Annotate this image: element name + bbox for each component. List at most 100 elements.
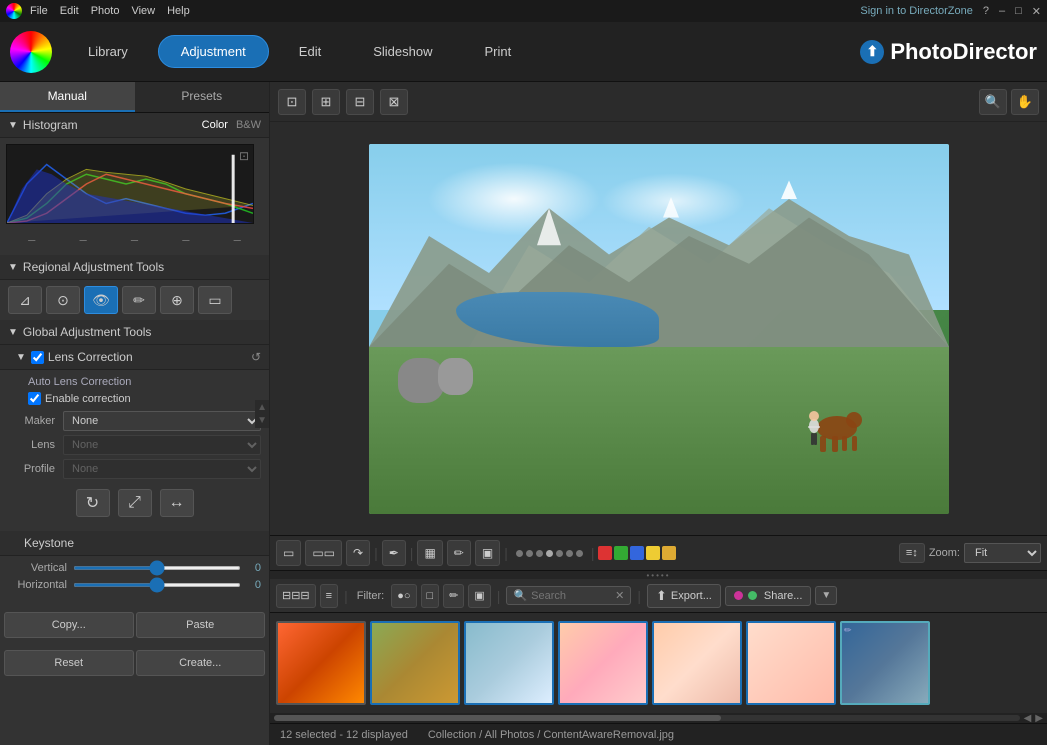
upgrade-icon[interactable]: ⬆ xyxy=(860,40,884,64)
adj-grid-btn[interactable]: ▦ xyxy=(417,540,442,566)
filter-flag[interactable]: ▣ xyxy=(468,584,490,608)
lens-select[interactable]: None xyxy=(63,435,261,455)
adj-rotate-btn[interactable]: ↷ xyxy=(346,540,370,566)
minimize-button[interactable]: – xyxy=(999,5,1005,17)
thumb-7[interactable]: ✏ xyxy=(840,621,930,705)
thumb-5[interactable] xyxy=(652,621,742,705)
tab-slideshow[interactable]: Slideshow xyxy=(351,36,454,67)
regional-tool-radial[interactable]: ⊙ xyxy=(46,286,80,314)
reset-button[interactable]: Reset xyxy=(4,650,134,676)
search-clear-icon[interactable]: ✕ xyxy=(615,589,624,602)
profile-select[interactable]: None xyxy=(63,459,261,479)
view-single-btn[interactable]: ⊡ xyxy=(278,89,306,115)
thumb-2[interactable] xyxy=(370,621,460,705)
color-orange[interactable] xyxy=(662,546,676,560)
sort-button[interactable]: ≡↕ xyxy=(899,543,925,563)
scroll-down-button[interactable]: ▼ xyxy=(257,415,267,426)
regional-tool-crop[interactable]: ▭ xyxy=(198,286,232,314)
histogram-bw-mode[interactable]: B&W xyxy=(236,119,261,131)
dot-6[interactable] xyxy=(566,550,573,557)
tab-edit[interactable]: Edit xyxy=(273,36,347,67)
hist-minus-3[interactable]: – xyxy=(131,232,138,247)
regional-tool-brush[interactable]: 👁 xyxy=(84,286,118,314)
sign-in-link[interactable]: Sign in to DirectorZone xyxy=(860,5,973,17)
adj-split-btn[interactable]: ▭▭ xyxy=(305,540,342,566)
menu-help[interactable]: Help xyxy=(167,5,190,17)
keystone-header[interactable]: Keystone xyxy=(0,531,269,556)
lens-enable-checkbox[interactable] xyxy=(31,351,44,364)
scrollbar-thumb[interactable] xyxy=(274,715,721,721)
menu-photo[interactable]: Photo xyxy=(91,5,120,17)
filmstrip-grid-view[interactable]: ⊟⊟⊟ xyxy=(276,584,316,608)
tab-adjustment[interactable]: Adjustment xyxy=(158,35,269,68)
dot-3[interactable] xyxy=(536,550,543,557)
regional-tool-clone[interactable]: ⊕ xyxy=(160,286,194,314)
search-input[interactable] xyxy=(531,590,611,602)
histogram-header[interactable]: ▼ Histogram Color B&W xyxy=(0,113,269,138)
lens-correction-header[interactable]: ▼ Lens Correction ↺ xyxy=(0,345,269,370)
tab-library[interactable]: Library xyxy=(62,36,154,67)
view-compare-btn[interactable]: ⊞ xyxy=(312,89,340,115)
subtab-manual[interactable]: Manual xyxy=(0,82,135,112)
color-yellow[interactable] xyxy=(646,546,660,560)
view-grid-btn[interactable]: ⊟ xyxy=(346,89,374,115)
pan-tool-btn[interactable]: ✋ xyxy=(1011,89,1039,115)
menu-view[interactable]: View xyxy=(131,5,155,17)
action-drag[interactable]: ⤢ xyxy=(118,489,152,517)
action-expand[interactable]: ↔ xyxy=(160,489,194,517)
menu-edit[interactable]: Edit xyxy=(60,5,79,17)
action-refresh[interactable]: ↻ xyxy=(76,489,110,517)
dot-7[interactable] xyxy=(576,550,583,557)
restore-button[interactable]: □ xyxy=(1015,5,1022,17)
hist-minus-1[interactable]: – xyxy=(28,232,35,247)
color-red[interactable] xyxy=(598,546,612,560)
thumb-3[interactable] xyxy=(464,621,554,705)
close-button[interactable]: ✕ xyxy=(1032,5,1041,18)
thumb-6[interactable] xyxy=(746,621,836,705)
thumb-1[interactable] xyxy=(276,621,366,705)
filmstrip-drag-handle[interactable]: ••••• xyxy=(270,571,1047,579)
color-blue[interactable] xyxy=(630,546,644,560)
auto-lens-correction[interactable]: Auto Lens Correction xyxy=(8,376,261,388)
scrollbar-track[interactable] xyxy=(274,715,1020,721)
histogram-color-mode[interactable]: Color xyxy=(202,119,228,131)
dot-2[interactable] xyxy=(526,550,533,557)
share-dropdown-arrow[interactable]: ▼ xyxy=(815,586,837,605)
export-button[interactable]: ⬆ Export... xyxy=(647,584,721,608)
adj-rect-btn[interactable]: ▭ xyxy=(276,540,301,566)
search-tool-btn[interactable]: 🔍 xyxy=(979,89,1007,115)
view-filmstrip-btn[interactable]: ⊠ xyxy=(380,89,408,115)
filmstrip-list-view[interactable]: ≡ xyxy=(320,584,338,608)
adj-box-btn[interactable]: ▣ xyxy=(475,540,500,566)
scroll-prev-btn[interactable]: ◀ xyxy=(1024,713,1032,724)
lens-reset-icon[interactable]: ↺ xyxy=(251,350,261,364)
filter-edit[interactable]: ✏ xyxy=(443,584,464,608)
hist-minus-4[interactable]: – xyxy=(182,232,189,247)
dot-5[interactable] xyxy=(556,550,563,557)
hist-minus-5[interactable]: – xyxy=(234,232,241,247)
create-button[interactable]: Create... xyxy=(136,650,266,676)
adj-pen-btn[interactable]: ✏ xyxy=(447,540,471,566)
filter-color[interactable]: □ xyxy=(421,584,440,608)
enable-correction-checkbox[interactable] xyxy=(28,392,41,405)
regional-tools-header[interactable]: ▼ Regional Adjustment Tools xyxy=(0,255,269,280)
regional-tool-pen[interactable]: ✏ xyxy=(122,286,156,314)
menu-file[interactable]: File xyxy=(30,5,48,17)
scroll-next-btn[interactable]: ▶ xyxy=(1035,713,1043,724)
color-green[interactable] xyxy=(614,546,628,560)
thumb-4[interactable] xyxy=(558,621,648,705)
adj-brush-btn[interactable]: ✒ xyxy=(382,540,406,566)
dot-4[interactable] xyxy=(546,550,553,557)
filmstrip-scrollbar[interactable]: ◀ ▶ xyxy=(270,713,1047,723)
hist-minus-2[interactable]: – xyxy=(79,232,86,247)
help-button[interactable]: ? xyxy=(983,5,989,17)
maker-select[interactable]: None xyxy=(63,411,261,431)
regional-tool-select[interactable]: ⊿ xyxy=(8,286,42,314)
tab-print[interactable]: Print xyxy=(458,36,537,67)
paste-button[interactable]: Paste xyxy=(136,612,266,638)
horizontal-slider[interactable] xyxy=(73,583,241,587)
global-tools-header[interactable]: ▼ Global Adjustment Tools xyxy=(0,320,269,345)
copy-button[interactable]: Copy... xyxy=(4,612,134,638)
subtab-presets[interactable]: Presets xyxy=(135,82,270,112)
filter-star[interactable]: ●○ xyxy=(391,584,416,608)
